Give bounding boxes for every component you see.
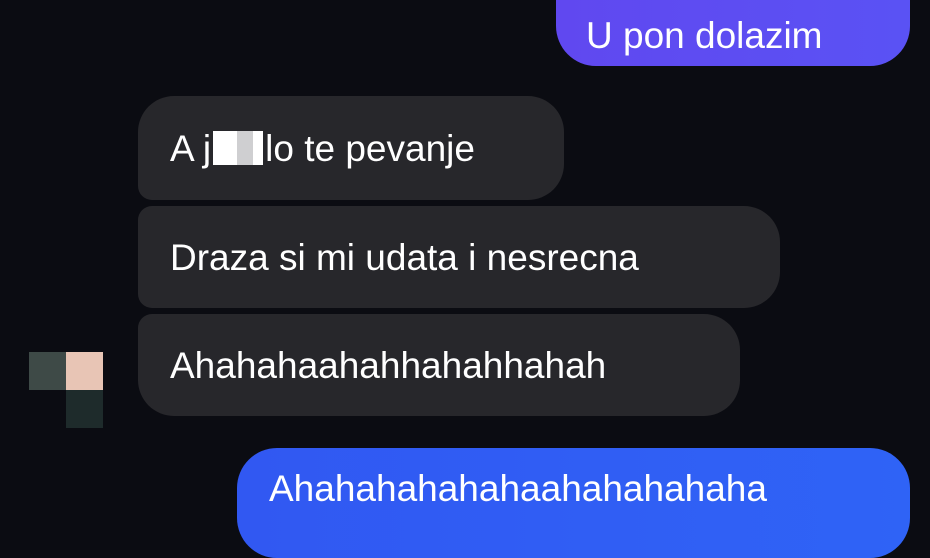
message-bubble-outgoing[interactable]: Ahahahahahahaahahahahaha	[237, 448, 910, 558]
pixelated-avatar-icon[interactable]	[29, 352, 103, 428]
message-text-start: A j	[170, 127, 212, 169]
message-text: Draza si mi udata i nesrecna	[170, 236, 639, 278]
message-bubble-incoming[interactable]: Ahahahaahahhahahhahah	[138, 314, 740, 416]
avatar-pixel	[29, 352, 66, 390]
message-text-end: lo te pevanje	[265, 127, 475, 169]
message-bubble-incoming[interactable]: A j lo te pevanje	[138, 96, 564, 200]
avatar-pixel	[66, 390, 103, 428]
message-bubble-outgoing[interactable]: U pon dolazim	[556, 0, 910, 66]
avatar-pixel	[29, 390, 66, 428]
message-text: Ahahahaahahhahahhahah	[170, 344, 607, 386]
message-text: Ahahahahahahaahahahahaha	[269, 467, 767, 509]
message-bubble-incoming[interactable]: Draza si mi udata i nesrecna	[138, 206, 780, 308]
censored-word-block	[213, 131, 264, 165]
message-text: U pon dolazim	[586, 14, 823, 56]
avatar-pixel	[66, 352, 103, 390]
